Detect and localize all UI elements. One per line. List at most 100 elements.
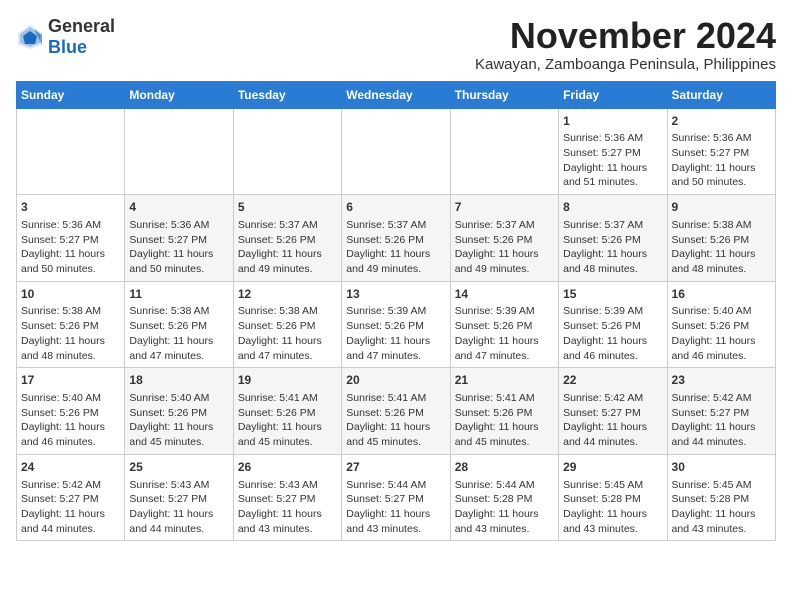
calendar-header: SundayMondayTuesdayWednesdayThursdayFrid… <box>17 81 776 108</box>
day-number: 25 <box>129 459 228 476</box>
logo-blue: Blue <box>48 37 87 57</box>
calendar-cell <box>17 108 125 195</box>
calendar-cell <box>233 108 341 195</box>
day-info: Sunrise: 5:42 AM <box>21 478 120 493</box>
weekday-header-wednesday: Wednesday <box>342 81 450 108</box>
day-info: Daylight: 11 hours and 50 minutes. <box>21 247 120 276</box>
calendar-body: 1Sunrise: 5:36 AMSunset: 5:27 PMDaylight… <box>17 108 776 541</box>
day-info: Sunrise: 5:39 AM <box>455 304 554 319</box>
weekday-header-friday: Friday <box>559 81 667 108</box>
day-info: Sunset: 5:27 PM <box>21 233 120 248</box>
calendar-cell: 16Sunrise: 5:40 AMSunset: 5:26 PMDayligh… <box>667 281 775 368</box>
day-info: Sunrise: 5:43 AM <box>238 478 337 493</box>
day-info: Daylight: 11 hours and 49 minutes. <box>346 247 445 276</box>
day-info: Sunrise: 5:38 AM <box>21 304 120 319</box>
day-info: Daylight: 11 hours and 46 minutes. <box>21 420 120 449</box>
day-info: Sunset: 5:27 PM <box>563 146 662 161</box>
day-info: Sunset: 5:27 PM <box>21 492 120 507</box>
day-info: Sunrise: 5:41 AM <box>455 391 554 406</box>
day-info: Daylight: 11 hours and 48 minutes. <box>672 247 771 276</box>
day-number: 10 <box>21 286 120 303</box>
calendar-cell: 27Sunrise: 5:44 AMSunset: 5:27 PMDayligh… <box>342 454 450 541</box>
calendar-cell: 10Sunrise: 5:38 AMSunset: 5:26 PMDayligh… <box>17 281 125 368</box>
calendar-week-4: 17Sunrise: 5:40 AMSunset: 5:26 PMDayligh… <box>17 368 776 455</box>
calendar-cell: 9Sunrise: 5:38 AMSunset: 5:26 PMDaylight… <box>667 195 775 282</box>
day-info: Daylight: 11 hours and 45 minutes. <box>129 420 228 449</box>
day-info: Daylight: 11 hours and 50 minutes. <box>129 247 228 276</box>
day-info: Sunrise: 5:39 AM <box>346 304 445 319</box>
day-info: Daylight: 11 hours and 43 minutes. <box>455 507 554 536</box>
calendar-cell: 5Sunrise: 5:37 AMSunset: 5:26 PMDaylight… <box>233 195 341 282</box>
day-info: Sunrise: 5:45 AM <box>563 478 662 493</box>
day-info: Sunset: 5:27 PM <box>129 492 228 507</box>
day-info: Sunrise: 5:40 AM <box>672 304 771 319</box>
day-number: 26 <box>238 459 337 476</box>
day-number: 17 <box>21 372 120 389</box>
calendar-cell: 29Sunrise: 5:45 AMSunset: 5:28 PMDayligh… <box>559 454 667 541</box>
calendar-cell: 30Sunrise: 5:45 AMSunset: 5:28 PMDayligh… <box>667 454 775 541</box>
day-number: 2 <box>672 113 771 130</box>
calendar-cell: 21Sunrise: 5:41 AMSunset: 5:26 PMDayligh… <box>450 368 558 455</box>
day-info: Daylight: 11 hours and 43 minutes. <box>238 507 337 536</box>
logo-icon <box>16 23 44 51</box>
weekday-header-thursday: Thursday <box>450 81 558 108</box>
day-number: 5 <box>238 199 337 216</box>
day-info: Sunrise: 5:39 AM <box>563 304 662 319</box>
day-number: 29 <box>563 459 662 476</box>
calendar-cell: 13Sunrise: 5:39 AMSunset: 5:26 PMDayligh… <box>342 281 450 368</box>
day-info: Sunrise: 5:38 AM <box>672 218 771 233</box>
calendar-cell: 3Sunrise: 5:36 AMSunset: 5:27 PMDaylight… <box>17 195 125 282</box>
calendar-cell <box>125 108 233 195</box>
day-info: Daylight: 11 hours and 48 minutes. <box>21 334 120 363</box>
calendar-week-2: 3Sunrise: 5:36 AMSunset: 5:27 PMDaylight… <box>17 195 776 282</box>
day-info: Sunset: 5:26 PM <box>238 233 337 248</box>
day-info: Daylight: 11 hours and 49 minutes. <box>455 247 554 276</box>
day-info: Sunset: 5:27 PM <box>672 406 771 421</box>
day-info: Daylight: 11 hours and 45 minutes. <box>238 420 337 449</box>
day-info: Daylight: 11 hours and 44 minutes. <box>21 507 120 536</box>
weekday-header-sunday: Sunday <box>17 81 125 108</box>
day-info: Sunset: 5:26 PM <box>346 406 445 421</box>
day-number: 18 <box>129 372 228 389</box>
day-info: Daylight: 11 hours and 46 minutes. <box>672 334 771 363</box>
day-info: Daylight: 11 hours and 44 minutes. <box>563 420 662 449</box>
calendar-cell: 26Sunrise: 5:43 AMSunset: 5:27 PMDayligh… <box>233 454 341 541</box>
day-info: Sunrise: 5:44 AM <box>346 478 445 493</box>
calendar-cell: 7Sunrise: 5:37 AMSunset: 5:26 PMDaylight… <box>450 195 558 282</box>
day-info: Daylight: 11 hours and 44 minutes. <box>672 420 771 449</box>
day-number: 15 <box>563 286 662 303</box>
day-number: 11 <box>129 286 228 303</box>
day-number: 4 <box>129 199 228 216</box>
day-number: 21 <box>455 372 554 389</box>
day-number: 8 <box>563 199 662 216</box>
day-number: 19 <box>238 372 337 389</box>
day-info: Daylight: 11 hours and 47 minutes. <box>238 334 337 363</box>
day-info: Daylight: 11 hours and 49 minutes. <box>238 247 337 276</box>
calendar-table: SundayMondayTuesdayWednesdayThursdayFrid… <box>16 81 776 542</box>
day-info: Sunset: 5:26 PM <box>346 233 445 248</box>
day-info: Sunrise: 5:40 AM <box>21 391 120 406</box>
day-info: Daylight: 11 hours and 47 minutes. <box>455 334 554 363</box>
day-number: 22 <box>563 372 662 389</box>
day-number: 27 <box>346 459 445 476</box>
day-info: Daylight: 11 hours and 44 minutes. <box>129 507 228 536</box>
day-info: Daylight: 11 hours and 45 minutes. <box>346 420 445 449</box>
day-info: Sunset: 5:26 PM <box>21 319 120 334</box>
day-info: Sunrise: 5:41 AM <box>346 391 445 406</box>
day-info: Sunset: 5:26 PM <box>238 406 337 421</box>
day-info: Sunrise: 5:44 AM <box>455 478 554 493</box>
day-number: 3 <box>21 199 120 216</box>
calendar-cell: 1Sunrise: 5:36 AMSunset: 5:27 PMDaylight… <box>559 108 667 195</box>
day-info: Sunset: 5:26 PM <box>21 406 120 421</box>
logo: General Blue <box>16 16 115 58</box>
day-number: 16 <box>672 286 771 303</box>
calendar-cell: 14Sunrise: 5:39 AMSunset: 5:26 PMDayligh… <box>450 281 558 368</box>
day-info: Daylight: 11 hours and 43 minutes. <box>346 507 445 536</box>
month-year-title: November 2024 <box>475 16 776 56</box>
day-info: Daylight: 11 hours and 43 minutes. <box>563 507 662 536</box>
day-info: Sunrise: 5:40 AM <box>129 391 228 406</box>
day-info: Sunrise: 5:42 AM <box>563 391 662 406</box>
calendar-week-3: 10Sunrise: 5:38 AMSunset: 5:26 PMDayligh… <box>17 281 776 368</box>
day-info: Sunset: 5:26 PM <box>238 319 337 334</box>
day-info: Sunrise: 5:42 AM <box>672 391 771 406</box>
